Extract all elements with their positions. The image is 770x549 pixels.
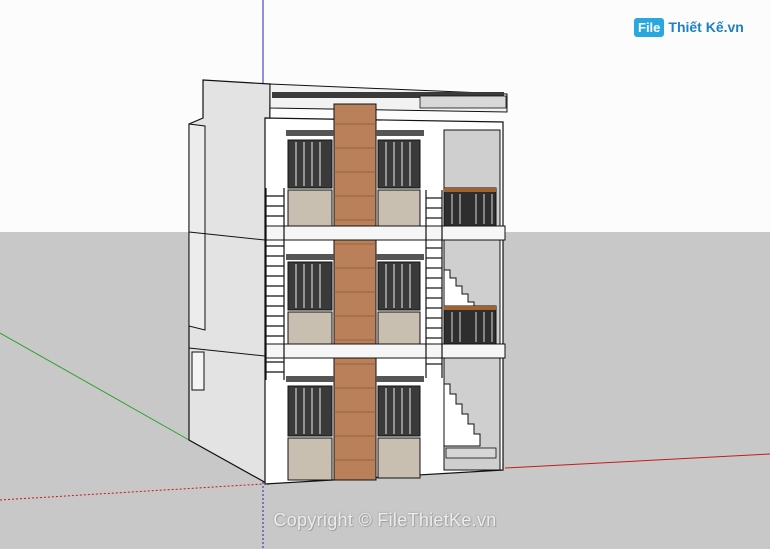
window-6 [376, 376, 424, 479]
model-viewport[interactable]: File Thiết Kế.vn Copyright © FileThietKe… [0, 0, 770, 549]
balcony-upper [443, 187, 497, 227]
window-2 [376, 130, 424, 227]
logo-mark: File [634, 17, 665, 37]
green-axis [0, 332, 190, 441]
logo-text: Thiết Kế.vn [668, 19, 744, 35]
window-5 [286, 376, 334, 481]
window-4 [376, 254, 424, 345]
balcony-middle [443, 305, 497, 345]
side-wall [188, 79, 271, 486]
window-3 [286, 254, 334, 345]
window-1 [286, 130, 334, 227]
building-model[interactable] [0, 0, 770, 549]
filethietke-logo: File Thiết Kế.vn [634, 14, 744, 40]
copyright-watermark: Copyright © FileThietKe.vn [273, 510, 497, 530]
red-axis [504, 453, 770, 469]
red-axis-negative [0, 483, 264, 501]
